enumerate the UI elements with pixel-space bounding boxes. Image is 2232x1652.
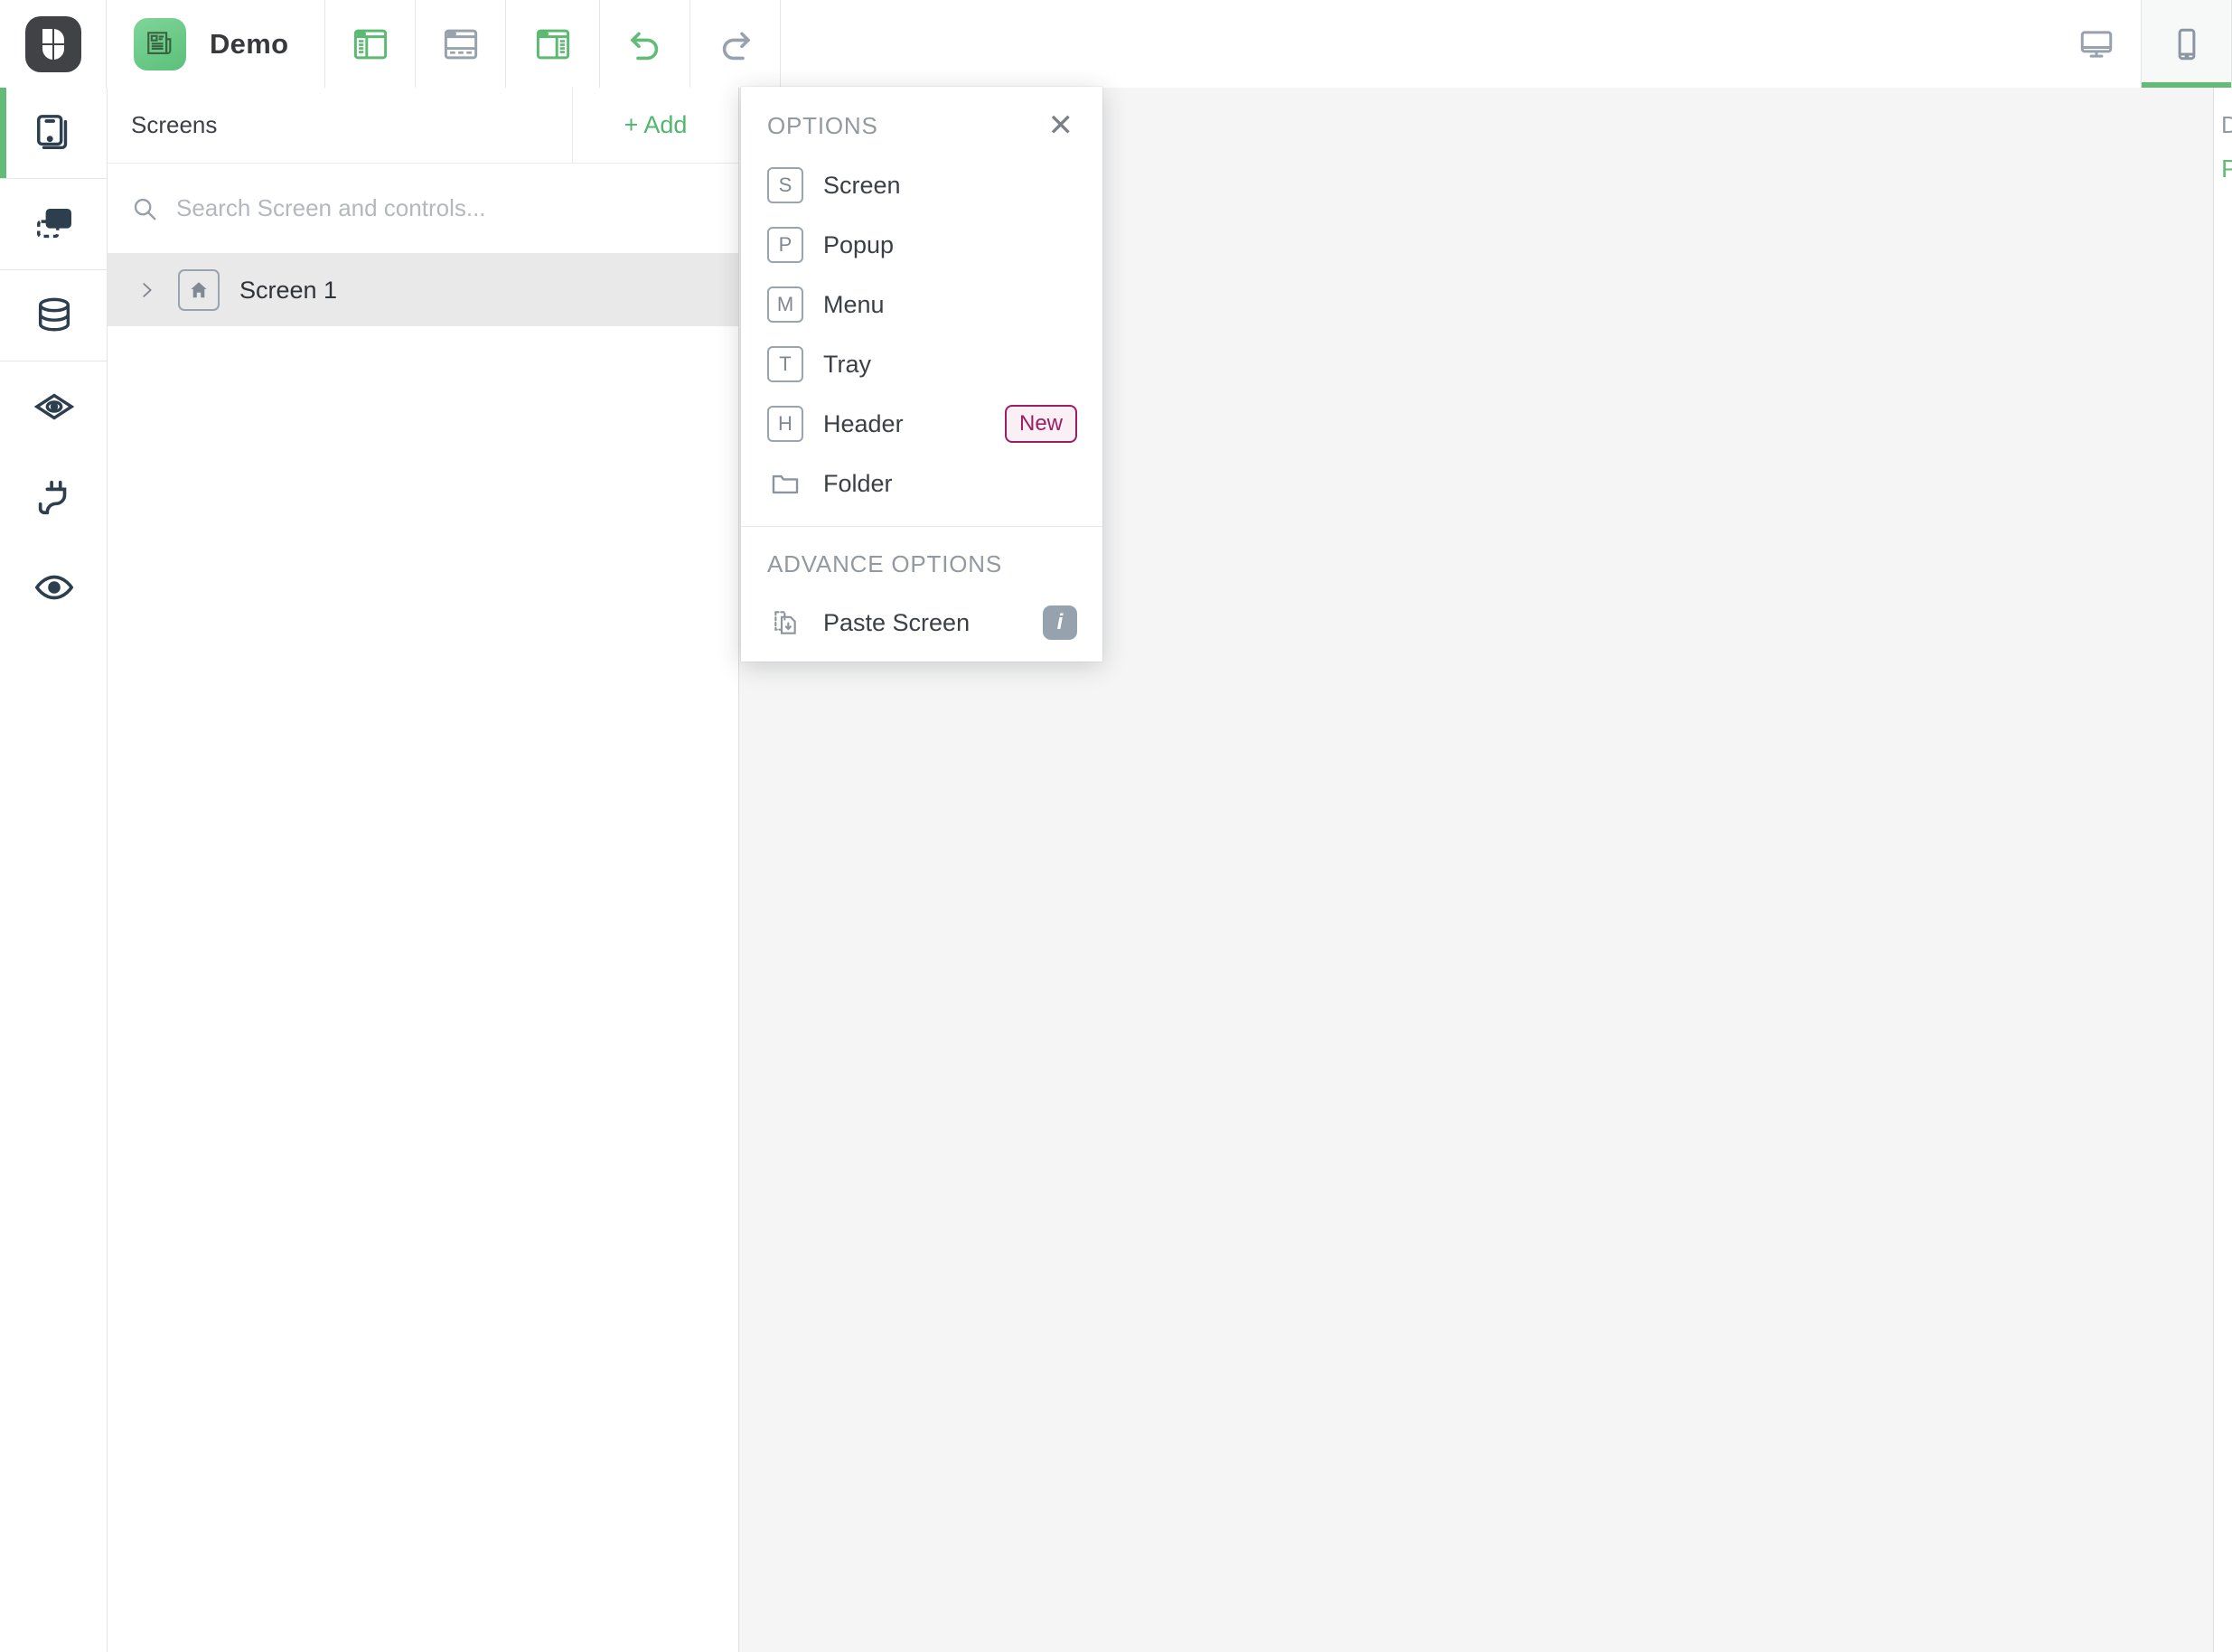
- toggle-left-panel-button[interactable]: [325, 0, 417, 88]
- key-badge-m: M: [767, 286, 803, 323]
- app-logo-icon: [24, 15, 81, 72]
- screens-panel-header: Screens + Add: [108, 88, 738, 164]
- rail-item-screens[interactable]: [0, 88, 108, 178]
- key-badge-p: P: [767, 227, 803, 263]
- key-badge-t: T: [767, 346, 803, 382]
- screens-panel-title: Screens: [108, 88, 573, 163]
- rail-item-layouts[interactable]: [0, 179, 108, 269]
- top-toolbar: Demo: [0, 0, 2232, 88]
- right-panel-line-1: D: [2221, 111, 2232, 139]
- menu-item-label: Menu: [823, 290, 885, 318]
- menu-item-menu[interactable]: M Menu: [741, 275, 1102, 334]
- menu-item-label: Header: [823, 409, 904, 437]
- tree-item-screen-1[interactable]: Screen 1: [108, 254, 738, 326]
- menu-item-folder[interactable]: Folder: [741, 454, 1102, 513]
- info-badge[interactable]: i: [1043, 605, 1077, 640]
- rail-item-diamond-eye[interactable]: [0, 361, 108, 452]
- paste-screen-icon: [767, 605, 803, 641]
- menu-item-label: Screen: [823, 171, 901, 199]
- home-icon: [178, 269, 220, 311]
- right-properties-panel: D P: [2213, 88, 2232, 1652]
- advance-options-title: ADVANCE OPTIONS: [767, 550, 1003, 577]
- menu-item-tray[interactable]: T Tray: [741, 334, 1102, 394]
- key-badge-s: S: [767, 167, 803, 203]
- key-badge-h: H: [767, 406, 803, 442]
- folder-icon: [767, 465, 803, 502]
- menu-item-popup[interactable]: P Popup: [741, 215, 1102, 275]
- add-screen-button[interactable]: + Add: [573, 88, 738, 163]
- close-icon[interactable]: ✕: [1046, 110, 1076, 141]
- toggle-bottom-panel-button[interactable]: [416, 0, 507, 88]
- left-icon-rail: [0, 88, 108, 1652]
- menu-item-label: Folder: [823, 469, 893, 497]
- menu-item-label: Paste Screen: [823, 608, 971, 636]
- rail-item-database[interactable]: [0, 270, 108, 361]
- menu-item-label: Popup: [823, 230, 895, 258]
- device-toggle-mobile[interactable]: [2142, 0, 2232, 88]
- toggle-right-panel-button[interactable]: [506, 0, 601, 88]
- rail-item-preview[interactable]: [0, 542, 108, 633]
- screens-search-row: [108, 164, 738, 254]
- device-toggle-desktop[interactable]: [2051, 0, 2142, 88]
- right-panel-line-2: P: [2221, 155, 2232, 183]
- menu-item-label: Tray: [823, 350, 871, 378]
- chevron-right-icon[interactable]: [135, 280, 158, 300]
- new-badge: New: [1004, 405, 1077, 443]
- search-icon: [131, 195, 158, 222]
- menu-item-paste-screen[interactable]: Paste Screen i: [741, 593, 1102, 652]
- options-dropdown-title: OPTIONS: [767, 111, 878, 139]
- rail-item-connector[interactable]: [0, 452, 108, 542]
- options-dropdown-menu: OPTIONS ✕ S Screen P Popup M Menu T Tray…: [741, 87, 1102, 662]
- app-logo-button[interactable]: [0, 0, 107, 88]
- screens-panel: Screens + Add Screen 1: [108, 88, 739, 1652]
- options-dropdown-header: OPTIONS ✕: [741, 87, 1102, 155]
- redo-button[interactable]: [690, 0, 782, 88]
- tree-item-label: Screen 1: [239, 276, 338, 304]
- menu-item-header[interactable]: H Header New: [741, 394, 1102, 454]
- project-name: Demo: [210, 27, 289, 60]
- project-title-area[interactable]: Demo: [107, 0, 326, 88]
- undo-button[interactable]: [600, 0, 691, 88]
- search-input[interactable]: [176, 194, 715, 222]
- menu-item-screen[interactable]: S Screen: [741, 155, 1102, 215]
- project-newspaper-icon: [134, 17, 186, 70]
